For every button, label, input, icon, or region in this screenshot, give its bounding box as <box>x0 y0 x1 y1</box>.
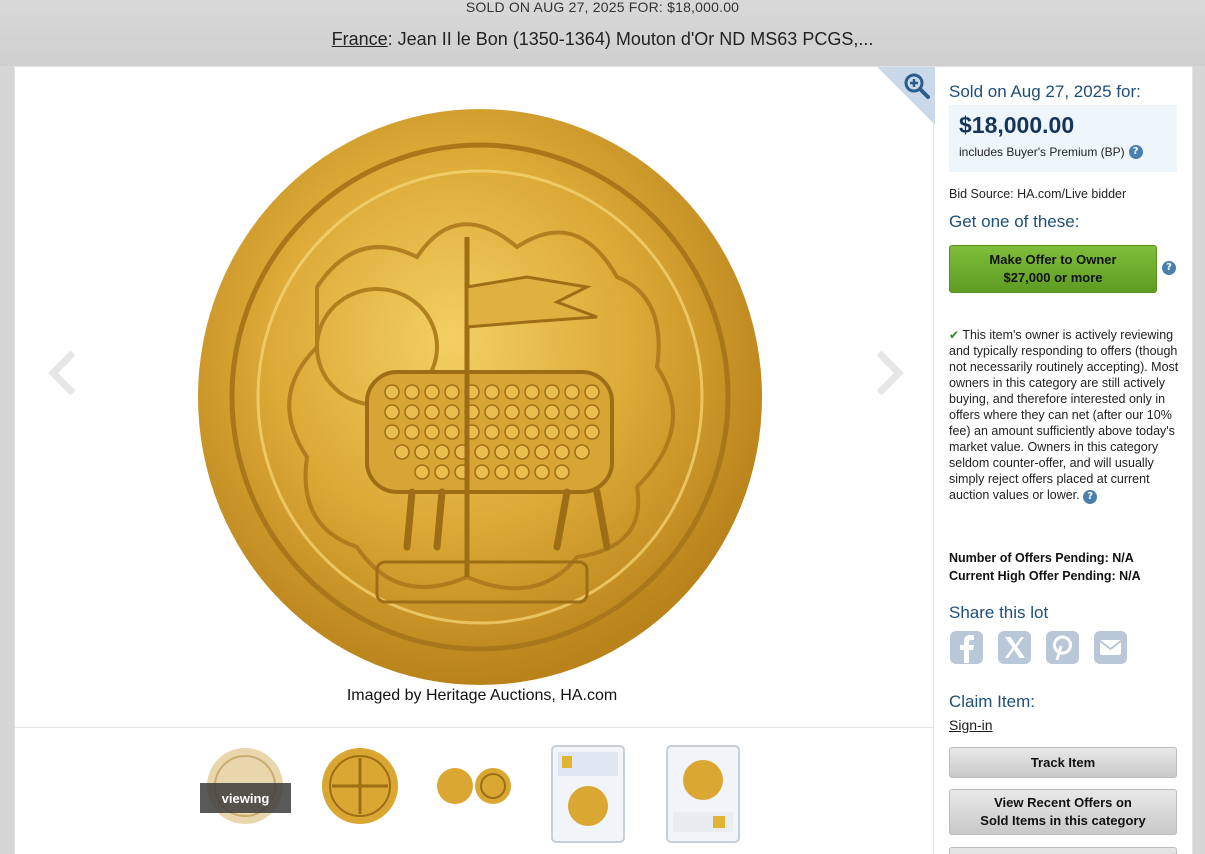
zoom-in-icon[interactable] <box>903 72 931 100</box>
view-recent-offers-button[interactable]: View Recent Offers on Sold Items in this… <box>949 789 1177 835</box>
thumbnail-both-sides[interactable] <box>435 758 515 814</box>
category-link[interactable]: France <box>332 29 388 49</box>
help-icon[interactable]: ? <box>1162 261 1176 275</box>
share-heading: Share this lot <box>949 603 1049 622</box>
zoom-corner[interactable] <box>877 67 935 125</box>
recent-button-line2: Sold Items in this category <box>980 813 1146 828</box>
viewing-label: viewing <box>200 783 291 813</box>
coin-image[interactable] <box>197 107 767 692</box>
help-icon[interactable]: ? <box>1128 145 1143 159</box>
x-icon[interactable] <box>997 630 1032 665</box>
bid-source: Bid Source: HA.com/Live bidder <box>949 187 1127 201</box>
signin-link[interactable]: Sign-in <box>949 717 993 733</box>
owner-note: ✔ This item's owner is actively reviewin… <box>949 327 1179 504</box>
sold-heading: Sold on Aug 27, 2025 for: <box>949 82 1141 101</box>
thumbnail-slab-front[interactable] <box>550 744 626 844</box>
recent-button-line1: View Recent Offers on <box>994 795 1132 810</box>
lot-title: France: Jean II le Bon (1350-1364) Mouto… <box>0 29 1205 49</box>
pinterest-icon[interactable] <box>1045 630 1080 665</box>
lot-title-text: : Jean II le Bon (1350-1364) Mouton d'Or… <box>387 29 874 49</box>
sidebar: Sold on Aug 27, 2025 for: $18,000.00 inc… <box>949 67 1194 854</box>
sold-summary: SOLD ON AUG 27, 2025 FOR: $18,000.00 <box>465 0 740 15</box>
get-one-heading: Get one of these: <box>949 212 1080 231</box>
email-icon[interactable] <box>1093 630 1128 665</box>
chevron-right-icon[interactable] <box>873 349 907 397</box>
offer-status: Number of Offers Pending: N/A Current Hi… <box>949 549 1141 585</box>
chevron-left-icon[interactable] <box>45 349 79 397</box>
additional-button[interactable] <box>949 847 1177 854</box>
buyers-premium-note: includes Buyer's Premium (BP) ? <box>959 145 1143 159</box>
share-icons <box>949 630 1128 665</box>
top-banner: SOLD ON AUG 27, 2025 FOR: $18,000.00 Fra… <box>0 0 1205 66</box>
high-offer-pending: Current High Offer Pending: N/A <box>949 569 1141 583</box>
offer-button-label: Make Offer to Owner <box>989 252 1117 267</box>
checkmark-icon: ✔ <box>949 328 960 342</box>
image-viewer: Imaged by Heritage Auctions, HA.com <box>15 67 935 727</box>
claim-heading: Claim Item: <box>949 692 1035 711</box>
owner-note-text: This item's owner is actively reviewing … <box>949 328 1179 502</box>
lot-card: Imaged by Heritage Auctions, HA.com view… <box>14 66 1193 854</box>
thumbnail-reverse[interactable] <box>320 746 400 826</box>
facebook-icon[interactable] <box>949 630 984 665</box>
thumbnail-slab-back[interactable] <box>665 744 741 844</box>
make-offer-button[interactable]: Make Offer to Owner $27,000 or more <box>949 245 1157 293</box>
offer-button-amount: $27,000 or more <box>1003 270 1103 285</box>
image-credit: Imaged by Heritage Auctions, HA.com <box>346 687 618 704</box>
help-icon[interactable]: ? <box>1083 490 1098 504</box>
price-box: $18,000.00 includes Buyer's Premium (BP)… <box>949 105 1177 172</box>
thumbnail-strip <box>15 727 934 854</box>
offers-pending: Number of Offers Pending: N/A <box>949 551 1134 565</box>
bp-note-text: includes Buyer's Premium (BP) <box>959 145 1125 159</box>
sold-price: $18,000.00 <box>959 112 1075 138</box>
track-item-button[interactable]: Track Item <box>949 747 1177 778</box>
